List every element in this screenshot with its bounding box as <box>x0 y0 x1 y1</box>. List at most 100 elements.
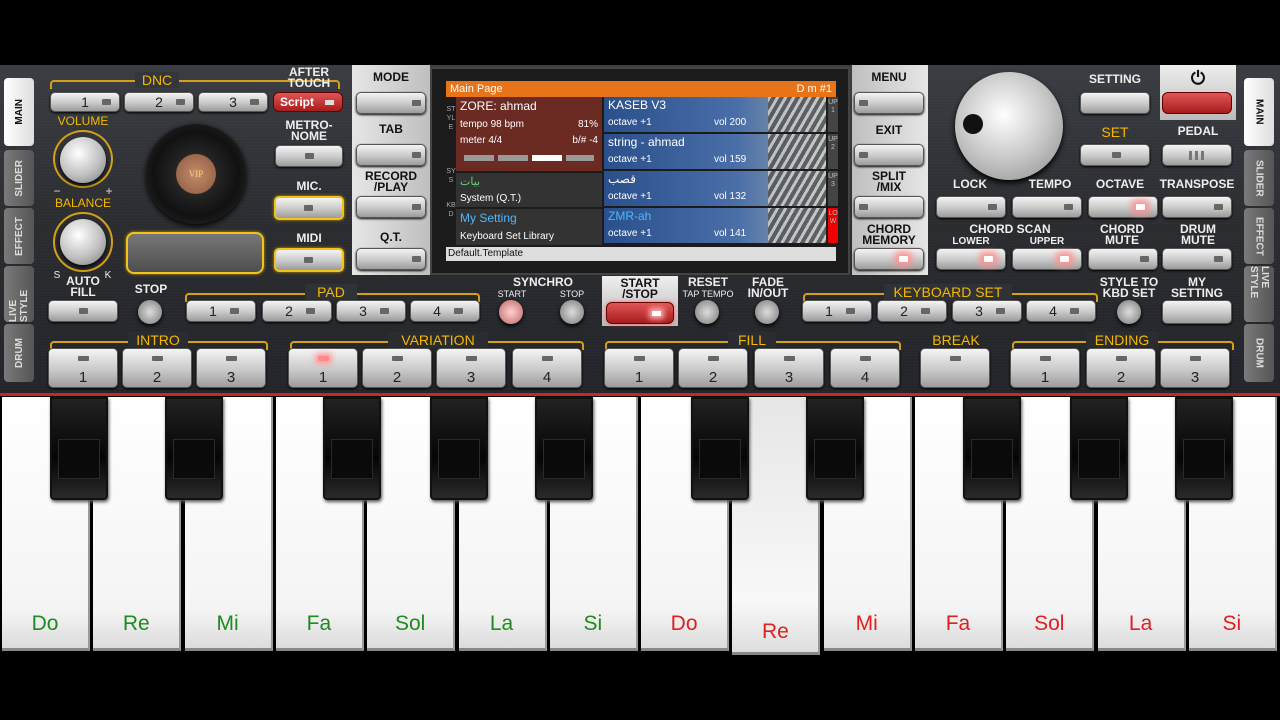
style-to-kbd-label: STYLE TO KBD SET <box>1099 275 1159 300</box>
dnc-label: DNC <box>135 72 179 88</box>
set-button[interactable] <box>1080 144 1150 166</box>
variation-button-4[interactable]: 4 <box>512 348 582 388</box>
qt-button[interactable] <box>356 248 426 270</box>
tab-button[interactable] <box>356 144 426 166</box>
menu-button[interactable] <box>854 92 924 114</box>
lcd-display: Main Page D m #1 STYLE SYS KBD ZORE: ahmad … <box>430 67 850 275</box>
lcd-voice-2[interactable]: string - ahmad octave +1 vol 159 <box>604 134 826 169</box>
menu-label: MENU <box>871 70 907 84</box>
midi-button[interactable] <box>274 248 344 272</box>
side-tab-slider-right[interactable]: SLIDER <box>1244 150 1274 206</box>
side-tab-drum-right[interactable]: DRUM <box>1244 324 1274 382</box>
fill-button-4[interactable]: 4 <box>830 348 900 388</box>
dnc-button-3[interactable]: 3 <box>198 92 268 112</box>
intro-button-2[interactable]: 2 <box>122 348 192 388</box>
chord-scan-upper-button[interactable] <box>1012 248 1082 270</box>
volume-knob[interactable] <box>60 137 106 183</box>
drum-mute-button[interactable] <box>1162 248 1232 270</box>
keyboard-set-button-4[interactable]: 4 <box>1026 300 1096 322</box>
pad-button-4[interactable]: 4 <box>410 300 480 322</box>
synchro-label: SYNCHRO <box>512 275 573 289</box>
intro-button-1[interactable]: 1 <box>48 348 118 388</box>
ending-button-1[interactable]: 1 <box>1010 348 1080 388</box>
auto-fill-button[interactable] <box>48 300 118 322</box>
black-key-1[interactable] <box>50 397 108 500</box>
black-key-4[interactable] <box>430 397 488 500</box>
start-stop-button[interactable] <box>606 302 674 324</box>
exit-label: EXIT <box>875 123 903 137</box>
transpose-button[interactable] <box>1162 196 1232 218</box>
side-tab-main-left[interactable]: MAIN <box>4 78 34 146</box>
variation-button-3[interactable]: 3 <box>436 348 506 388</box>
black-key-6[interactable] <box>691 397 749 500</box>
side-tab-effect-left[interactable]: EFFECT <box>4 208 34 264</box>
my-setting-button[interactable] <box>1162 300 1232 324</box>
tempo-down-button[interactable] <box>1012 196 1082 218</box>
side-tab-live-style-left[interactable]: LIVE STYLE <box>4 266 34 322</box>
chord-scan-lower-button[interactable] <box>936 248 1006 270</box>
side-tab-main-right[interactable]: MAIN <box>1244 78 1274 146</box>
black-key-5[interactable] <box>535 397 593 500</box>
octave-button[interactable] <box>1088 196 1158 218</box>
split-mix-button[interactable] <box>854 196 924 218</box>
ending-button-2[interactable]: 2 <box>1086 348 1156 388</box>
chord-memory-button[interactable] <box>854 248 924 270</box>
black-key-7[interactable] <box>806 397 864 500</box>
display-pad-button[interactable] <box>126 232 264 274</box>
pedal-label: PEDAL <box>1177 124 1219 138</box>
synchro-start-button[interactable] <box>499 300 523 324</box>
lcd-system-box[interactable]: بيات System (Q.T.) <box>456 173 602 207</box>
fill-button-1[interactable]: 1 <box>604 348 674 388</box>
record-play-button[interactable] <box>356 196 426 218</box>
mode-label: MODE <box>373 70 409 84</box>
side-tab-effect-right[interactable]: EFFECT <box>1244 208 1274 264</box>
chord-memory-label: CHORD MEMORY <box>862 222 916 247</box>
style-to-kbd-set-button[interactable] <box>1117 300 1141 324</box>
turntable-jog-wheel[interactable]: VIP <box>146 124 246 224</box>
fade-in-out-button[interactable] <box>755 300 779 324</box>
side-tab-slider-left[interactable]: SLIDER <box>4 150 34 206</box>
side-tab-live-style-right[interactable]: LIVE STYLE <box>1244 266 1274 322</box>
variation-label: VARIATION <box>388 332 488 348</box>
black-key-8[interactable] <box>963 397 1021 500</box>
mic-button[interactable] <box>274 196 344 220</box>
dnc-button-1[interactable]: 1 <box>50 92 120 112</box>
break-button[interactable] <box>920 348 990 388</box>
lock-button[interactable] <box>936 196 1006 218</box>
side-tab-drum-left[interactable]: DRUM <box>4 324 34 382</box>
variation-button-1[interactable]: 1 <box>288 348 358 388</box>
metronome-button[interactable] <box>275 145 343 167</box>
fill-button-3[interactable]: 3 <box>754 348 824 388</box>
fill-button-2[interactable]: 2 <box>678 348 748 388</box>
chord-mute-button[interactable] <box>1088 248 1158 270</box>
keyboard-set-label: KEYBOARD SET <box>884 284 1012 300</box>
black-key-10[interactable] <box>1175 397 1233 500</box>
intro-button-3[interactable]: 3 <box>196 348 266 388</box>
lcd-keyboard-box[interactable]: My Setting Keyboard Set Library <box>456 209 602 245</box>
black-key-2[interactable] <box>165 397 223 500</box>
tab-label: TAB <box>379 122 403 136</box>
power-button[interactable] <box>1162 92 1232 114</box>
setting-button[interactable] <box>1080 92 1150 114</box>
pedal-button[interactable] <box>1162 144 1232 166</box>
ending-button-3[interactable]: 3 <box>1160 348 1230 388</box>
exit-button[interactable] <box>854 144 924 166</box>
mode-button[interactable] <box>356 92 426 114</box>
pad-button-1[interactable]: 1 <box>186 300 256 322</box>
black-key-9[interactable] <box>1070 397 1128 500</box>
synchro-stop-button[interactable] <box>560 300 584 324</box>
dnc-button-2[interactable]: 2 <box>124 92 194 112</box>
balance-knob[interactable] <box>60 219 106 265</box>
lcd-voice-1[interactable]: KASEB V3 octave +1 vol 200 <box>604 97 826 132</box>
chord-scan-label: CHORD SCAN <box>969 222 1051 236</box>
black-key-3[interactable] <box>323 397 381 500</box>
lcd-voice-4[interactable]: ZMR-ah octave +1 vol 141 <box>604 208 826 243</box>
script-button[interactable]: Script <box>273 92 343 112</box>
reset-tap-tempo-button[interactable] <box>695 300 719 324</box>
pad-stop-button[interactable] <box>138 300 162 324</box>
lcd-style-box[interactable]: ZORE: ahmad tempo 98 bpm 81% meter 4/4 b… <box>456 97 602 171</box>
lcd-voice-3[interactable]: قصب octave +1 vol 132 <box>604 171 826 206</box>
data-dial[interactable] <box>955 72 1063 180</box>
ending-label: ENDING <box>1086 332 1158 348</box>
variation-button-2[interactable]: 2 <box>362 348 432 388</box>
